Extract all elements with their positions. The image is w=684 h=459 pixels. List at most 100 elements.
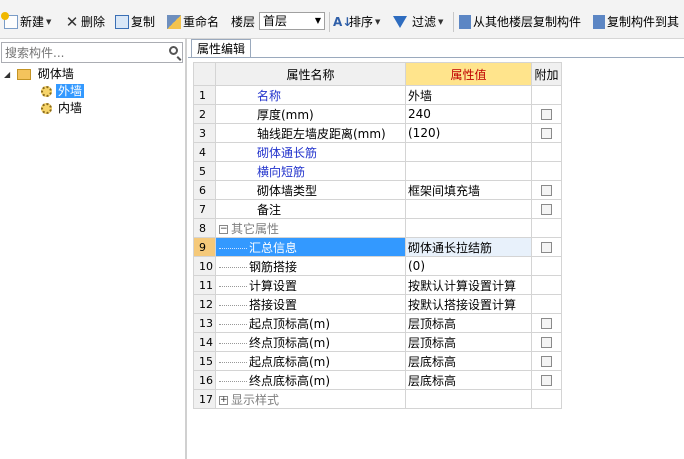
table-row[interactable]: 9 汇总信息 砌体通长拉结筋: [193, 237, 562, 257]
property-value[interactable]: (120): [405, 123, 532, 143]
property-value[interactable]: (0): [405, 256, 532, 276]
property-value[interactable]: 层顶标高: [405, 332, 532, 352]
extra-checkbox[interactable]: [541, 318, 552, 329]
tree-item-exterior-wall[interactable]: 外墙: [41, 83, 85, 100]
table-row[interactable]: 1 名称 外墙: [193, 85, 562, 105]
table-row[interactable]: 17 + 显示样式: [193, 389, 562, 409]
property-name: 终点底标高(m): [215, 370, 406, 390]
copy-from-floor-button[interactable]: 从其他楼层复制构件: [459, 12, 581, 32]
floor-select[interactable]: 首层 ▼: [259, 12, 325, 30]
extra-cell: [531, 313, 562, 333]
table-row[interactable]: 12 搭接设置 按默认搭接设置计算: [193, 294, 562, 314]
table-row[interactable]: 15 起点底标高(m) 层底标高: [193, 351, 562, 371]
property-name: 搭接设置: [215, 294, 406, 314]
property-value[interactable]: [405, 199, 532, 219]
collapse-icon[interactable]: ◢: [4, 66, 10, 83]
delete-icon: ✕: [65, 13, 79, 31]
property-value[interactable]: 按默认搭接设置计算: [405, 294, 532, 314]
property-value[interactable]: 层底标高: [405, 370, 532, 390]
table-row[interactable]: 2 厚度(mm) 240: [193, 104, 562, 124]
property-value[interactable]: 240: [405, 104, 532, 124]
copy-from-floor-label: 从其他楼层复制构件: [473, 15, 582, 29]
extra-cell: [531, 104, 562, 124]
rename-button[interactable]: 重命名: [167, 12, 219, 32]
table-row[interactable]: 14 终点顶标高(m) 层顶标高: [193, 332, 562, 352]
property-name: 起点顶标高(m): [215, 313, 406, 333]
extra-checkbox[interactable]: [541, 128, 552, 139]
tab-property-editor[interactable]: 属性编辑: [191, 39, 251, 58]
property-name: 砌体通长筋: [215, 142, 406, 162]
extra-checkbox[interactable]: [541, 185, 552, 196]
tab-underline: [188, 57, 684, 58]
row-number: 16: [193, 370, 216, 390]
extra-cell: [531, 294, 562, 314]
extra-checkbox[interactable]: [541, 375, 552, 386]
sort-button[interactable]: A↓ 排序 ▼: [333, 12, 380, 32]
table-row[interactable]: 13 起点顶标高(m) 层顶标高: [193, 313, 562, 333]
toolbar-divider: [453, 12, 454, 32]
filter-icon: [393, 16, 407, 28]
property-value[interactable]: [405, 161, 532, 181]
copy-label: 复制: [131, 15, 156, 29]
row-number: 5: [193, 161, 216, 181]
table-row[interactable]: 4 砌体通长筋: [193, 142, 562, 162]
copy-to-floor-button[interactable]: 复制构件到其: [593, 12, 679, 32]
wall-component-icon: [41, 103, 52, 114]
extra-checkbox[interactable]: [541, 337, 552, 348]
extra-cell: [531, 142, 562, 162]
row-number: 14: [193, 332, 216, 352]
tree-item-interior-wall[interactable]: 内墙: [41, 100, 84, 117]
extra-checkbox[interactable]: [541, 109, 552, 120]
delete-label: 删除: [81, 15, 106, 29]
extra-checkbox[interactable]: [541, 242, 552, 253]
extra-cell: [531, 256, 562, 276]
sort-icon: A↓: [333, 15, 353, 29]
property-name: 横向短筋: [215, 161, 406, 181]
copy-button[interactable]: 复制: [115, 12, 155, 32]
row-number: 7: [193, 199, 216, 219]
row-number: 15: [193, 351, 216, 371]
property-group-name: + 显示样式: [215, 389, 406, 409]
toolbar: 新建 ▼ ✕ 删除 复制 重命名 楼层 首层 ▼ A↓ 排序 ▼ 过滤 ▼ 从其…: [0, 0, 684, 39]
extra-checkbox[interactable]: [541, 204, 552, 215]
table-row[interactable]: 6 砌体墙类型 框架间填充墙: [193, 180, 562, 200]
property-value[interactable]: 砌体通长拉结筋: [405, 237, 532, 257]
extra-cell: [531, 218, 562, 238]
rename-icon: [167, 15, 181, 29]
property-value[interactable]: 按默认计算设置计算: [405, 275, 532, 295]
table-row[interactable]: 5 横向短筋: [193, 161, 562, 181]
table-row[interactable]: 10 钢筋搭接 (0): [193, 256, 562, 276]
table-row[interactable]: 16 终点底标高(m) 层底标高: [193, 370, 562, 390]
search-input[interactable]: [2, 43, 158, 62]
property-grid: 属性名称 属性值 附加 1 名称 外墙 2 厚度(mm) 240 3 轴线距左墙…: [193, 62, 562, 409]
row-number: 3: [193, 123, 216, 143]
collapse-icon[interactable]: −: [219, 224, 228, 234]
delete-button[interactable]: ✕ 删除: [65, 12, 105, 32]
search-icon[interactable]: [169, 46, 178, 55]
property-value[interactable]: 外墙: [405, 85, 532, 105]
tree-root[interactable]: ◢ 砌体墙: [4, 66, 74, 83]
extra-cell: [531, 332, 562, 352]
row-number: 11: [193, 275, 216, 295]
property-value[interactable]: 框架间填充墙: [405, 180, 532, 200]
table-row[interactable]: 11 计算设置 按默认计算设置计算: [193, 275, 562, 295]
property-value[interactable]: [405, 142, 532, 162]
table-row[interactable]: 3 轴线距左墙皮距离(mm) (120): [193, 123, 562, 143]
property-name: 终点顶标高(m): [215, 332, 406, 352]
expand-icon[interactable]: +: [219, 395, 228, 405]
filter-button[interactable]: 过滤 ▼: [393, 12, 443, 32]
new-button[interactable]: 新建 ▼: [1, 12, 51, 32]
floor-label: 楼层: [231, 15, 256, 29]
tree-root-label: 砌体墙: [37, 67, 74, 81]
property-value[interactable]: 层顶标高: [405, 313, 532, 333]
property-name: 轴线距左墙皮距离(mm): [215, 123, 406, 143]
column-header-extra: 附加: [531, 62, 562, 86]
panel-splitter[interactable]: [185, 38, 187, 459]
table-row[interactable]: 8 − 其它属性: [193, 218, 562, 238]
property-value[interactable]: 层底标高: [405, 351, 532, 371]
extra-checkbox[interactable]: [541, 356, 552, 367]
row-number: 17: [193, 389, 216, 409]
chevron-down-icon: ▼: [314, 16, 321, 25]
extra-cell: [531, 199, 562, 219]
table-row[interactable]: 7 备注: [193, 199, 562, 219]
